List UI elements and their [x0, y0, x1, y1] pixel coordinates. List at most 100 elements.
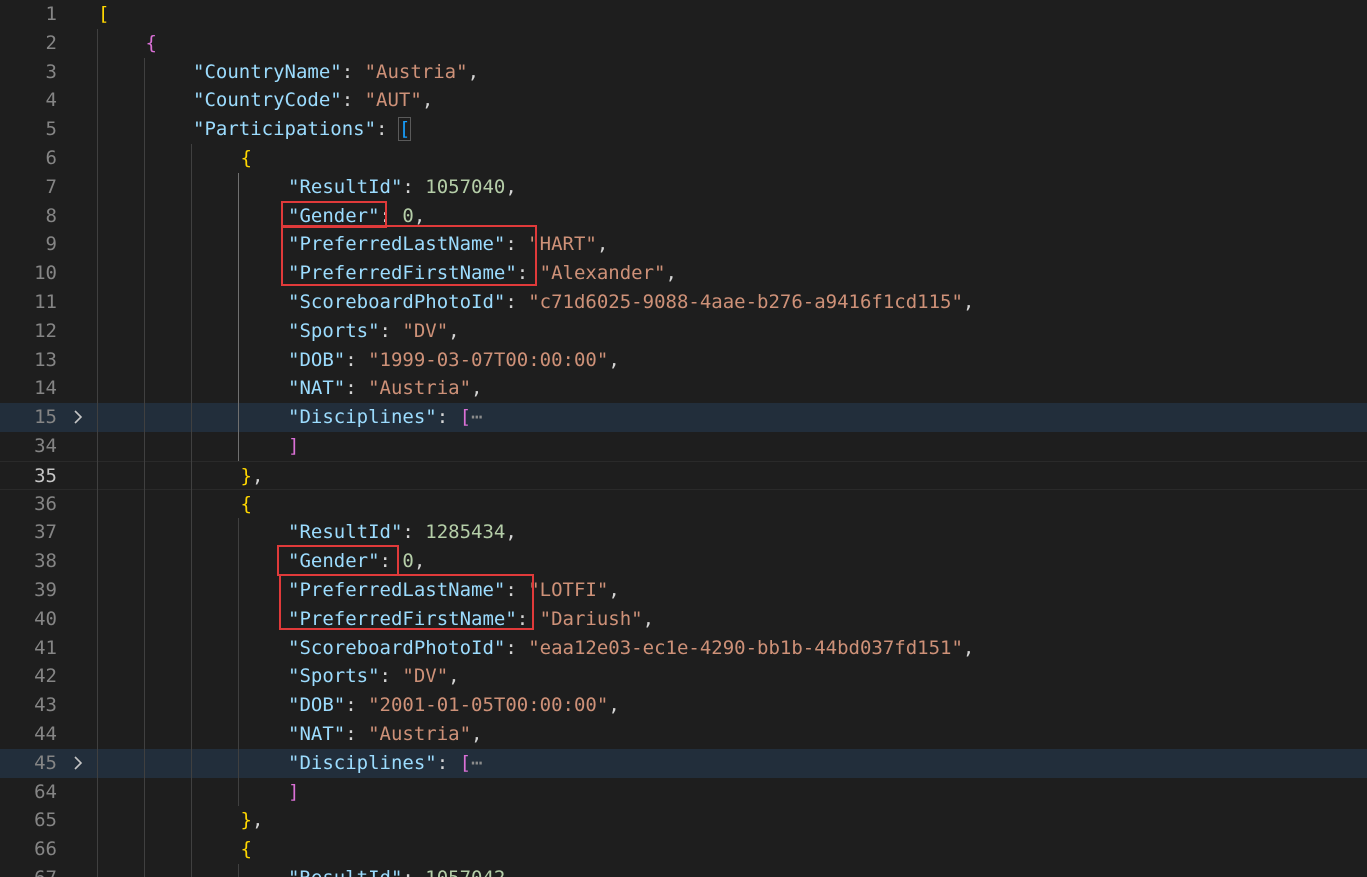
code-token: { — [145, 31, 157, 54]
line-number: 5 — [45, 118, 57, 141]
code-line[interactable]: 1[ — [0, 0, 1367, 29]
code-line[interactable]: 64] — [0, 778, 1367, 807]
code-line[interactable]: 8 "Gender": 0, — [0, 202, 1367, 231]
indent-guide — [191, 144, 192, 877]
code-token: : — [345, 723, 369, 745]
code-token: "Participations" — [193, 118, 377, 141]
code-line[interactable]: 39 "PreferredLastName": "LOTFI", — [0, 576, 1367, 605]
code-token: { — [240, 838, 252, 861]
code-line[interactable]: 9 "PreferredLastName": "HART", — [0, 230, 1367, 259]
code-line[interactable]: 6{ — [0, 144, 1367, 173]
code-token: 1057040 — [425, 175, 506, 198]
code-token: : — [436, 406, 460, 429]
code-token: 1285434 — [425, 521, 506, 544]
code-token: , — [413, 550, 426, 573]
line-number: 34 — [34, 435, 57, 457]
code-text: "ScoreboardPhotoId": "eaa12e03-ec1e-4290… — [288, 636, 974, 660]
code-token: "DOB" — [288, 694, 346, 717]
code-token: , — [251, 809, 264, 832]
code-line[interactable]: 14 "NAT": "Austria", — [0, 374, 1367, 403]
code-line[interactable]: 43 "DOB": "2001-01-05T00:00:00", — [0, 691, 1367, 720]
line-number: 67 — [0, 866, 57, 877]
code-token: "ScoreboardPhotoId" — [288, 636, 506, 659]
code-token: : — [505, 291, 529, 313]
code-line[interactable]: 2{ — [0, 29, 1367, 58]
code-text: { — [241, 837, 252, 861]
code-line[interactable]: 65}, — [0, 806, 1367, 835]
code-text: "NAT": "Austria", — [288, 722, 483, 746]
indent-guide — [97, 28, 98, 877]
code-text: "ScoreboardPhotoId": "c71d6025-9088-4aae… — [288, 290, 974, 314]
code-token: "2001-01-05T00:00:00" — [368, 694, 609, 717]
code-line[interactable]: 13 "DOB": "1999-03-07T00:00:00", — [0, 346, 1367, 375]
code-text: "ResultId": 1057040, — [288, 175, 517, 199]
code-line[interactable]: 12 "Sports": "DV", — [0, 317, 1367, 346]
code-text: "DOB": "1999-03-07T00:00:00", — [288, 348, 620, 372]
highlight-gender-2 — [277, 545, 399, 576]
indent-guide — [238, 172, 239, 461]
code-line[interactable]: 3 "CountryName": "Austria", — [0, 58, 1367, 87]
code-token: : — [505, 636, 529, 659]
code-token: "eaa12e03-ec1e-4290-bb1b-44bd037fd151" — [528, 636, 963, 659]
code-token: [ — [459, 751, 472, 774]
code-line[interactable]: 41 "ScoreboardPhotoId": "eaa12e03-ec1e-42… — [0, 634, 1367, 663]
code-text: "Disciplines": [⋯ — [288, 751, 483, 775]
code-line[interactable]: 42 "Sports": "DV", — [0, 662, 1367, 691]
line-number: 12 — [34, 319, 57, 342]
code-line[interactable]: 38 "Gender": 0, — [0, 547, 1367, 576]
code-token: 1057042 — [425, 867, 505, 877]
line-number: 7 — [45, 175, 57, 198]
code-line[interactable]: 67 "ResultId": 1057042, — [0, 864, 1367, 877]
line-number: 40 — [34, 607, 57, 630]
line-number: 35 — [34, 464, 57, 487]
code-token: "LOTFI" — [528, 579, 609, 601]
code-line[interactable]: 45 "Disciplines": [⋯ — [0, 748, 1367, 778]
code-line[interactable]: 4 "CountryCode": "AUT", — [0, 86, 1367, 115]
code-token: , — [642, 607, 655, 630]
code-line[interactable]: 10 "PreferredFirstName": "Alexander", — [0, 259, 1367, 288]
code-line[interactable]: 44 "NAT": "Austria", — [0, 720, 1367, 749]
code-token: : — [341, 89, 365, 112]
code-token: "DV" — [402, 319, 449, 342]
code-token: ⋯ — [471, 751, 483, 774]
code-token: "DOB" — [288, 348, 346, 371]
code-line[interactable]: 11 "ScoreboardPhotoId": "c71d6025-9088-4a… — [0, 288, 1367, 317]
code-token: ] — [288, 780, 300, 803]
code-line[interactable]: 35}, — [0, 460, 1367, 490]
code-token: , — [251, 464, 264, 487]
line-number: 39 — [34, 579, 57, 601]
code-token: "DV" — [402, 665, 449, 688]
code-line[interactable]: 37 "ResultId": 1285434, — [0, 518, 1367, 547]
code-token: : — [436, 751, 460, 774]
highlight-names-1 — [281, 225, 537, 286]
line-number: 42 — [34, 665, 57, 688]
code-token: "c71d6025-9088-4aae-b276-a9416f1cd115" — [528, 291, 963, 313]
code-token: , — [962, 636, 975, 659]
indent-guide — [238, 518, 239, 807]
code-token: , — [962, 291, 975, 313]
line-number: 6 — [45, 147, 57, 169]
code-line[interactable]: 5 "Participations": [ — [0, 115, 1367, 144]
chevron-right-icon[interactable] — [72, 405, 88, 429]
code-token: { — [240, 492, 252, 515]
code-token: , — [448, 319, 460, 342]
line-number: 2 — [45, 31, 57, 54]
line-number: 64 — [34, 780, 57, 803]
code-line[interactable]: 15 "Disciplines": [⋯ — [0, 403, 1367, 432]
code-line[interactable]: 66 { — [0, 835, 1367, 864]
code-line[interactable]: 40 "PreferredFirstName": "Dariush", — [0, 605, 1367, 634]
code-line[interactable]: 36 { — [0, 490, 1367, 519]
line-number: 11 — [34, 291, 57, 313]
code-token: : — [402, 175, 426, 198]
code-text: "Disciplines": [⋯ — [288, 405, 483, 429]
code-token: ⋯ — [471, 406, 483, 429]
chevron-right-icon[interactable] — [72, 751, 88, 775]
line-number: 10 — [34, 262, 57, 285]
code-text: "CountryCode": "AUT", — [193, 88, 433, 112]
code-token: : — [402, 867, 425, 877]
code-line[interactable]: 34] — [0, 432, 1367, 461]
code-token: , — [505, 521, 517, 544]
code-text: { — [241, 146, 252, 170]
code-line[interactable]: 7 "ResultId": 1057040, — [0, 173, 1367, 202]
code-editor[interactable]: 1[2{3 "CountryName": "Austria", 4 "CountryC… — [0, 0, 1367, 877]
